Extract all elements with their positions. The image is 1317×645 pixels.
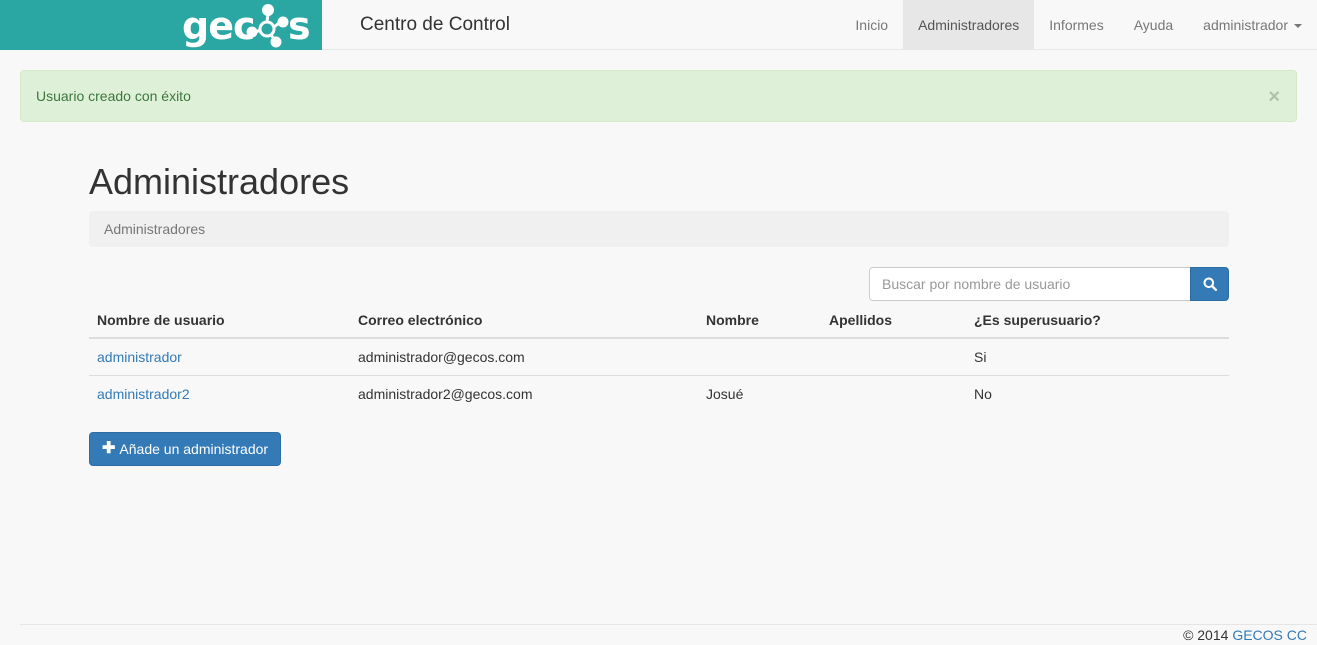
column-header-surname[interactable]: Apellidos [821, 302, 966, 339]
cell-superuser: Si [974, 349, 987, 365]
column-header-name[interactable]: Nombre [698, 302, 821, 339]
cell-email: administrador2@gecos.com [350, 375, 698, 412]
table-row: administrador administrador@gecos.com Si [89, 338, 1229, 376]
search-icon [1203, 277, 1217, 291]
cell-surname [821, 338, 966, 376]
nav-item-administradores[interactable]: Administradores [903, 0, 1035, 50]
column-header-email[interactable]: Correo electrónico [350, 302, 698, 339]
caret-down-icon [1294, 24, 1302, 29]
footer-text: © 2014 GECOS CC [1183, 627, 1307, 643]
column-header-username[interactable]: Nombre de usuario [89, 302, 350, 339]
footer-link[interactable]: GECOS CC [1232, 627, 1307, 643]
cell-username: administrador [89, 338, 350, 376]
nav-item-ayuda[interactable]: Ayuda [1119, 0, 1188, 50]
search-group [869, 267, 1229, 301]
navbar: gec s Centro de Control Inicio Administr… [0, 0, 1317, 50]
plus-icon: ✚ [102, 440, 116, 457]
cell-superuser: No [966, 375, 1229, 412]
cell-username: administrador2 [89, 375, 350, 412]
breadcrumb-item: Administradores [104, 221, 206, 237]
breadcrumb: Administradores [89, 211, 1229, 247]
app-title: Centro de Control [360, 14, 510, 35]
username-link[interactable]: administrador [97, 349, 182, 365]
page-title: Administradores [89, 161, 350, 202]
success-alert: Usuario creado con éxito × [20, 70, 1297, 122]
svg-text:gec: gec [182, 4, 255, 48]
brand-area[interactable]: gec s [0, 0, 322, 50]
user-menu-label: administrador [1203, 17, 1288, 33]
main-nav: Inicio Administradores Informes Ayuda ad… [840, 0, 1317, 50]
cell-name [698, 338, 821, 376]
table-header-row: Nombre de usuario Correo electrónico Nom… [89, 302, 1229, 339]
search-button[interactable] [1190, 267, 1229, 301]
nav-item-informes[interactable]: Informes [1034, 0, 1118, 50]
add-administrator-button[interactable]: ✚ Añade un administrador [89, 432, 282, 466]
gecos-logo: gec s [182, 4, 311, 48]
cell-email: administrador@gecos.com [358, 349, 525, 365]
administrators-table: Nombre de usuario Correo electrónico Nom… [89, 302, 1229, 412]
nav-item-inicio[interactable]: Inicio [840, 0, 903, 50]
cell-surname [821, 375, 966, 412]
cell-name: Josué [698, 375, 821, 412]
table-row: administrador2 administrador2@gecos.com … [89, 375, 1229, 412]
search-input[interactable] [869, 267, 1191, 301]
user-menu[interactable]: administrador [1188, 0, 1317, 50]
close-icon[interactable]: × [1268, 71, 1280, 123]
username-link[interactable]: administrador2 [97, 386, 190, 402]
column-header-superuser[interactable]: ¿Es superusuario? [966, 302, 1229, 339]
svg-text:s: s [288, 4, 311, 48]
add-administrator-label: Añade un administrador [119, 441, 269, 457]
alert-message: Usuario creado con éxito [36, 88, 191, 104]
copyright-text: © 2014 [1183, 627, 1229, 643]
footer: © 2014 GECOS CC [20, 624, 1317, 645]
